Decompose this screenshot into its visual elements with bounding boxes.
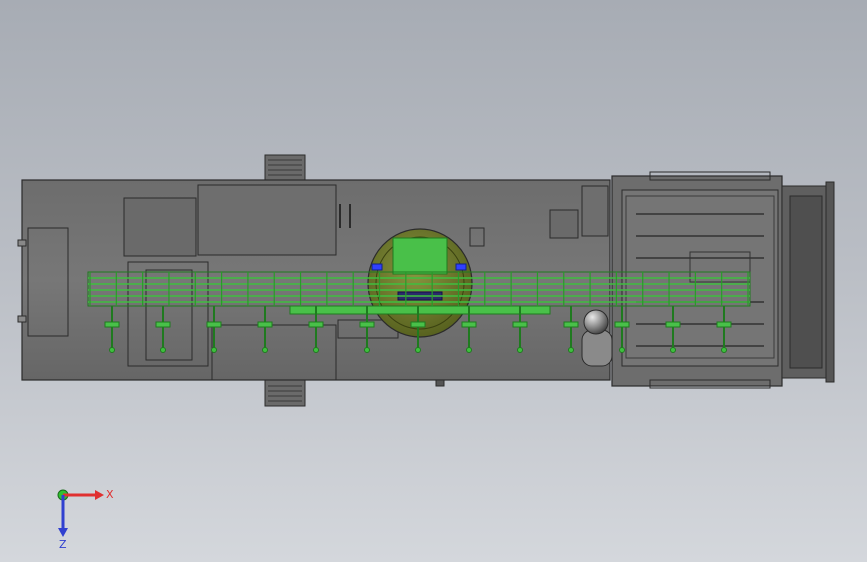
orientation-triad[interactable]: X Z [40, 480, 130, 550]
x-axis-arrow-icon [63, 490, 104, 500]
tank [581, 309, 613, 367]
cad-viewport[interactable] [0, 0, 867, 562]
x-axis-label: X [106, 488, 114, 501]
trailer-body [17, 179, 611, 387]
vehicle-model[interactable] [17, 154, 835, 407]
wheel-top [264, 154, 306, 182]
vehicle-cab [611, 171, 835, 389]
turret [367, 228, 473, 338]
z-axis-arrow-icon [58, 495, 68, 537]
z-axis-label: Z [59, 538, 67, 550]
wheel-bottom [264, 379, 306, 407]
